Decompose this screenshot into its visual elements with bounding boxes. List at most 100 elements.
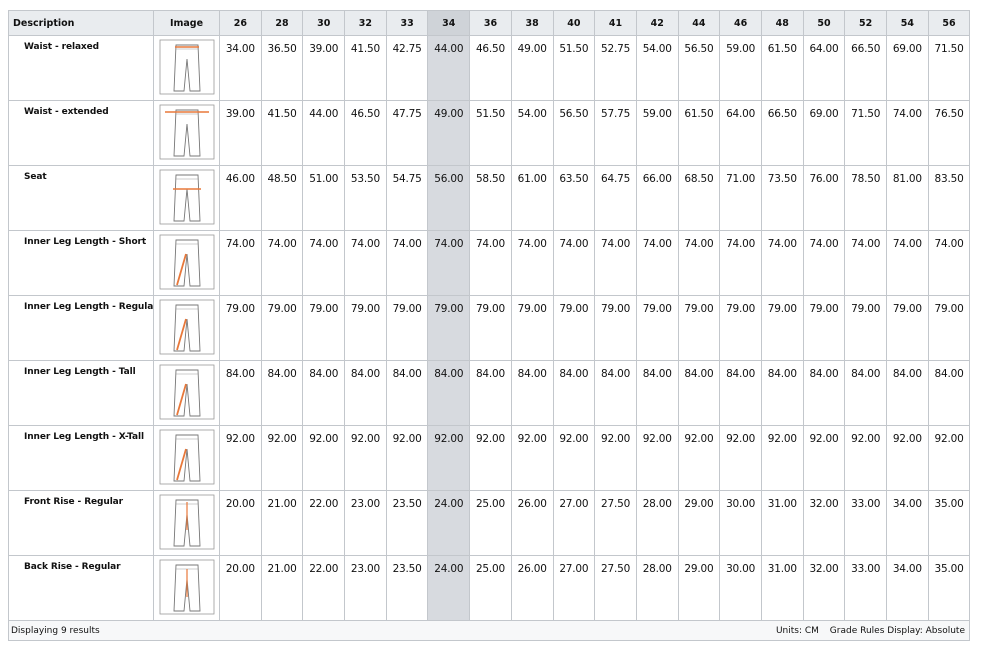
measurement-cell[interactable]: 64.00 [719, 100, 762, 166]
measurement-cell[interactable]: 74.00 [260, 230, 304, 296]
measurement-cell[interactable]: 23.00 [344, 490, 387, 556]
table-row[interactable]: Back Rise - Regular 20.00 21.00 22.00 23.00 2… [8, 555, 971, 621]
measurement-cell[interactable]: 79.00 [385, 295, 429, 361]
measurement-cell[interactable]: 26.00 [510, 490, 554, 556]
measurement-cell[interactable]: 79.00 [802, 295, 846, 361]
measurement-cell[interactable]: 31.00 [760, 555, 804, 621]
measurement-cell[interactable]: 74.00 [844, 230, 887, 296]
measurement-cell[interactable]: 56.50 [552, 100, 596, 166]
table-row[interactable]: Inner Leg Length - Short 74.00 74.00 74.00 7… [8, 230, 971, 296]
measurement-cell[interactable]: 51.50 [469, 100, 512, 166]
measurement-cell[interactable]: 92.00 [302, 425, 346, 491]
measurement-cell[interactable]: 23.50 [385, 555, 429, 621]
measurement-cell[interactable]: 32.00 [802, 490, 846, 556]
column-header-size[interactable]: 52 [844, 10, 887, 36]
measurement-cell[interactable]: 39.00 [219, 100, 262, 166]
column-header-description[interactable]: Description [8, 10, 154, 36]
measurement-cell[interactable]: 84.00 [677, 360, 721, 426]
measurement-cell[interactable]: 74.00 [594, 230, 637, 296]
measurement-cell[interactable]: 25.00 [469, 555, 512, 621]
measurement-cell[interactable]: 44.00 [302, 100, 346, 166]
measurement-cell[interactable]: 92.00 [594, 425, 637, 491]
measurement-cell[interactable]: 58.50 [469, 165, 512, 231]
measurement-cell[interactable]: 84.00 [344, 360, 387, 426]
measurement-cell[interactable]: 84.00 [886, 360, 929, 426]
measurement-cell[interactable]: 56.50 [677, 35, 721, 101]
measurement-cell[interactable]: 31.00 [760, 490, 804, 556]
table-row[interactable]: Waist - relaxed 34.00 36.50 39.00 41.50 42.75… [8, 35, 971, 101]
column-header-size[interactable]: 26 [219, 10, 262, 36]
measurement-cell[interactable]: 74.00 [760, 230, 804, 296]
measurement-cell[interactable]: 27.50 [594, 490, 637, 556]
column-header-size[interactable]: 33 [385, 10, 429, 36]
measurement-cell[interactable]: 92.00 [427, 425, 471, 491]
column-header-size[interactable]: 54 [886, 10, 929, 36]
measurement-cell[interactable]: 84.00 [802, 360, 846, 426]
measurement-cell[interactable]: 34.00 [219, 35, 262, 101]
column-header-size[interactable]: 38 [510, 10, 554, 36]
measurement-cell[interactable]: 79.00 [552, 295, 596, 361]
measurement-cell[interactable]: 92.00 [635, 425, 679, 491]
measurement-cell[interactable]: 74.00 [219, 230, 262, 296]
measurement-cell[interactable]: 21.00 [260, 490, 304, 556]
measurement-cell[interactable]: 74.00 [302, 230, 346, 296]
measurement-cell[interactable]: 73.50 [760, 165, 804, 231]
measurement-cell[interactable]: 61.00 [510, 165, 554, 231]
column-header-size[interactable]: 48 [760, 10, 804, 36]
measurement-cell[interactable]: 51.00 [302, 165, 346, 231]
measurement-cell[interactable]: 24.00 [427, 490, 471, 556]
measurement-cell[interactable]: 66.50 [844, 35, 887, 101]
column-header-size[interactable]: 30 [302, 10, 346, 36]
column-header-size[interactable]: 40 [552, 10, 596, 36]
measurement-cell[interactable]: 33.00 [844, 490, 887, 556]
measurement-cell[interactable]: 92.00 [552, 425, 596, 491]
measurement-cell[interactable]: 68.50 [677, 165, 721, 231]
column-header-size[interactable]: 56 [927, 10, 971, 36]
measurement-cell[interactable]: 84.00 [219, 360, 262, 426]
measurement-cell[interactable]: 92.00 [677, 425, 721, 491]
measurement-cell[interactable]: 84.00 [927, 360, 971, 426]
measurement-cell[interactable]: 34.00 [886, 555, 929, 621]
measurement-cell[interactable]: 27.00 [552, 490, 596, 556]
measurement-cell[interactable]: 41.50 [260, 100, 304, 166]
measurement-cell[interactable]: 59.00 [719, 35, 762, 101]
measurement-cell[interactable]: 26.00 [510, 555, 554, 621]
measurement-cell[interactable]: 56.00 [427, 165, 471, 231]
measurement-cell[interactable]: 92.00 [260, 425, 304, 491]
measurement-cell[interactable]: 23.00 [344, 555, 387, 621]
measurement-cell[interactable]: 52.75 [594, 35, 637, 101]
measurement-cell[interactable]: 84.00 [552, 360, 596, 426]
measurement-cell[interactable]: 66.00 [635, 165, 679, 231]
measurement-cell[interactable]: 84.00 [302, 360, 346, 426]
column-header-size[interactable]: 28 [260, 10, 304, 36]
measurement-cell[interactable]: 79.00 [594, 295, 637, 361]
measurement-cell[interactable]: 27.50 [594, 555, 637, 621]
measurement-cell[interactable]: 51.50 [552, 35, 596, 101]
measurement-cell[interactable]: 48.50 [260, 165, 304, 231]
measurement-cell[interactable]: 79.00 [510, 295, 554, 361]
measurement-cell[interactable]: 46.00 [219, 165, 262, 231]
measurement-cell[interactable]: 64.00 [802, 35, 846, 101]
measurement-cell[interactable]: 79.00 [427, 295, 471, 361]
measurement-cell[interactable]: 74.00 [469, 230, 512, 296]
measurement-cell[interactable]: 32.00 [802, 555, 846, 621]
measurement-cell[interactable]: 66.50 [760, 100, 804, 166]
measurement-cell[interactable]: 74.00 [385, 230, 429, 296]
measurement-cell[interactable]: 84.00 [635, 360, 679, 426]
measurement-cell[interactable]: 21.00 [260, 555, 304, 621]
measurement-cell[interactable]: 84.00 [510, 360, 554, 426]
measurement-cell[interactable]: 49.00 [510, 35, 554, 101]
measurement-cell[interactable]: 42.75 [385, 35, 429, 101]
measurement-cell[interactable]: 84.00 [594, 360, 637, 426]
measurement-cell[interactable]: 84.00 [469, 360, 512, 426]
measurement-cell[interactable]: 39.00 [302, 35, 346, 101]
measurement-cell[interactable]: 79.00 [760, 295, 804, 361]
measurement-cell[interactable]: 92.00 [760, 425, 804, 491]
measurement-cell[interactable]: 79.00 [927, 295, 971, 361]
table-row[interactable]: Waist - extended 39.00 41.50 44.00 46.50 47.7… [8, 100, 971, 166]
measurement-cell[interactable]: 79.00 [469, 295, 512, 361]
measurement-cell[interactable]: 41.50 [344, 35, 387, 101]
column-header-size[interactable]: 32 [344, 10, 387, 36]
measurement-cell[interactable]: 69.00 [886, 35, 929, 101]
measurement-cell[interactable]: 27.00 [552, 555, 596, 621]
